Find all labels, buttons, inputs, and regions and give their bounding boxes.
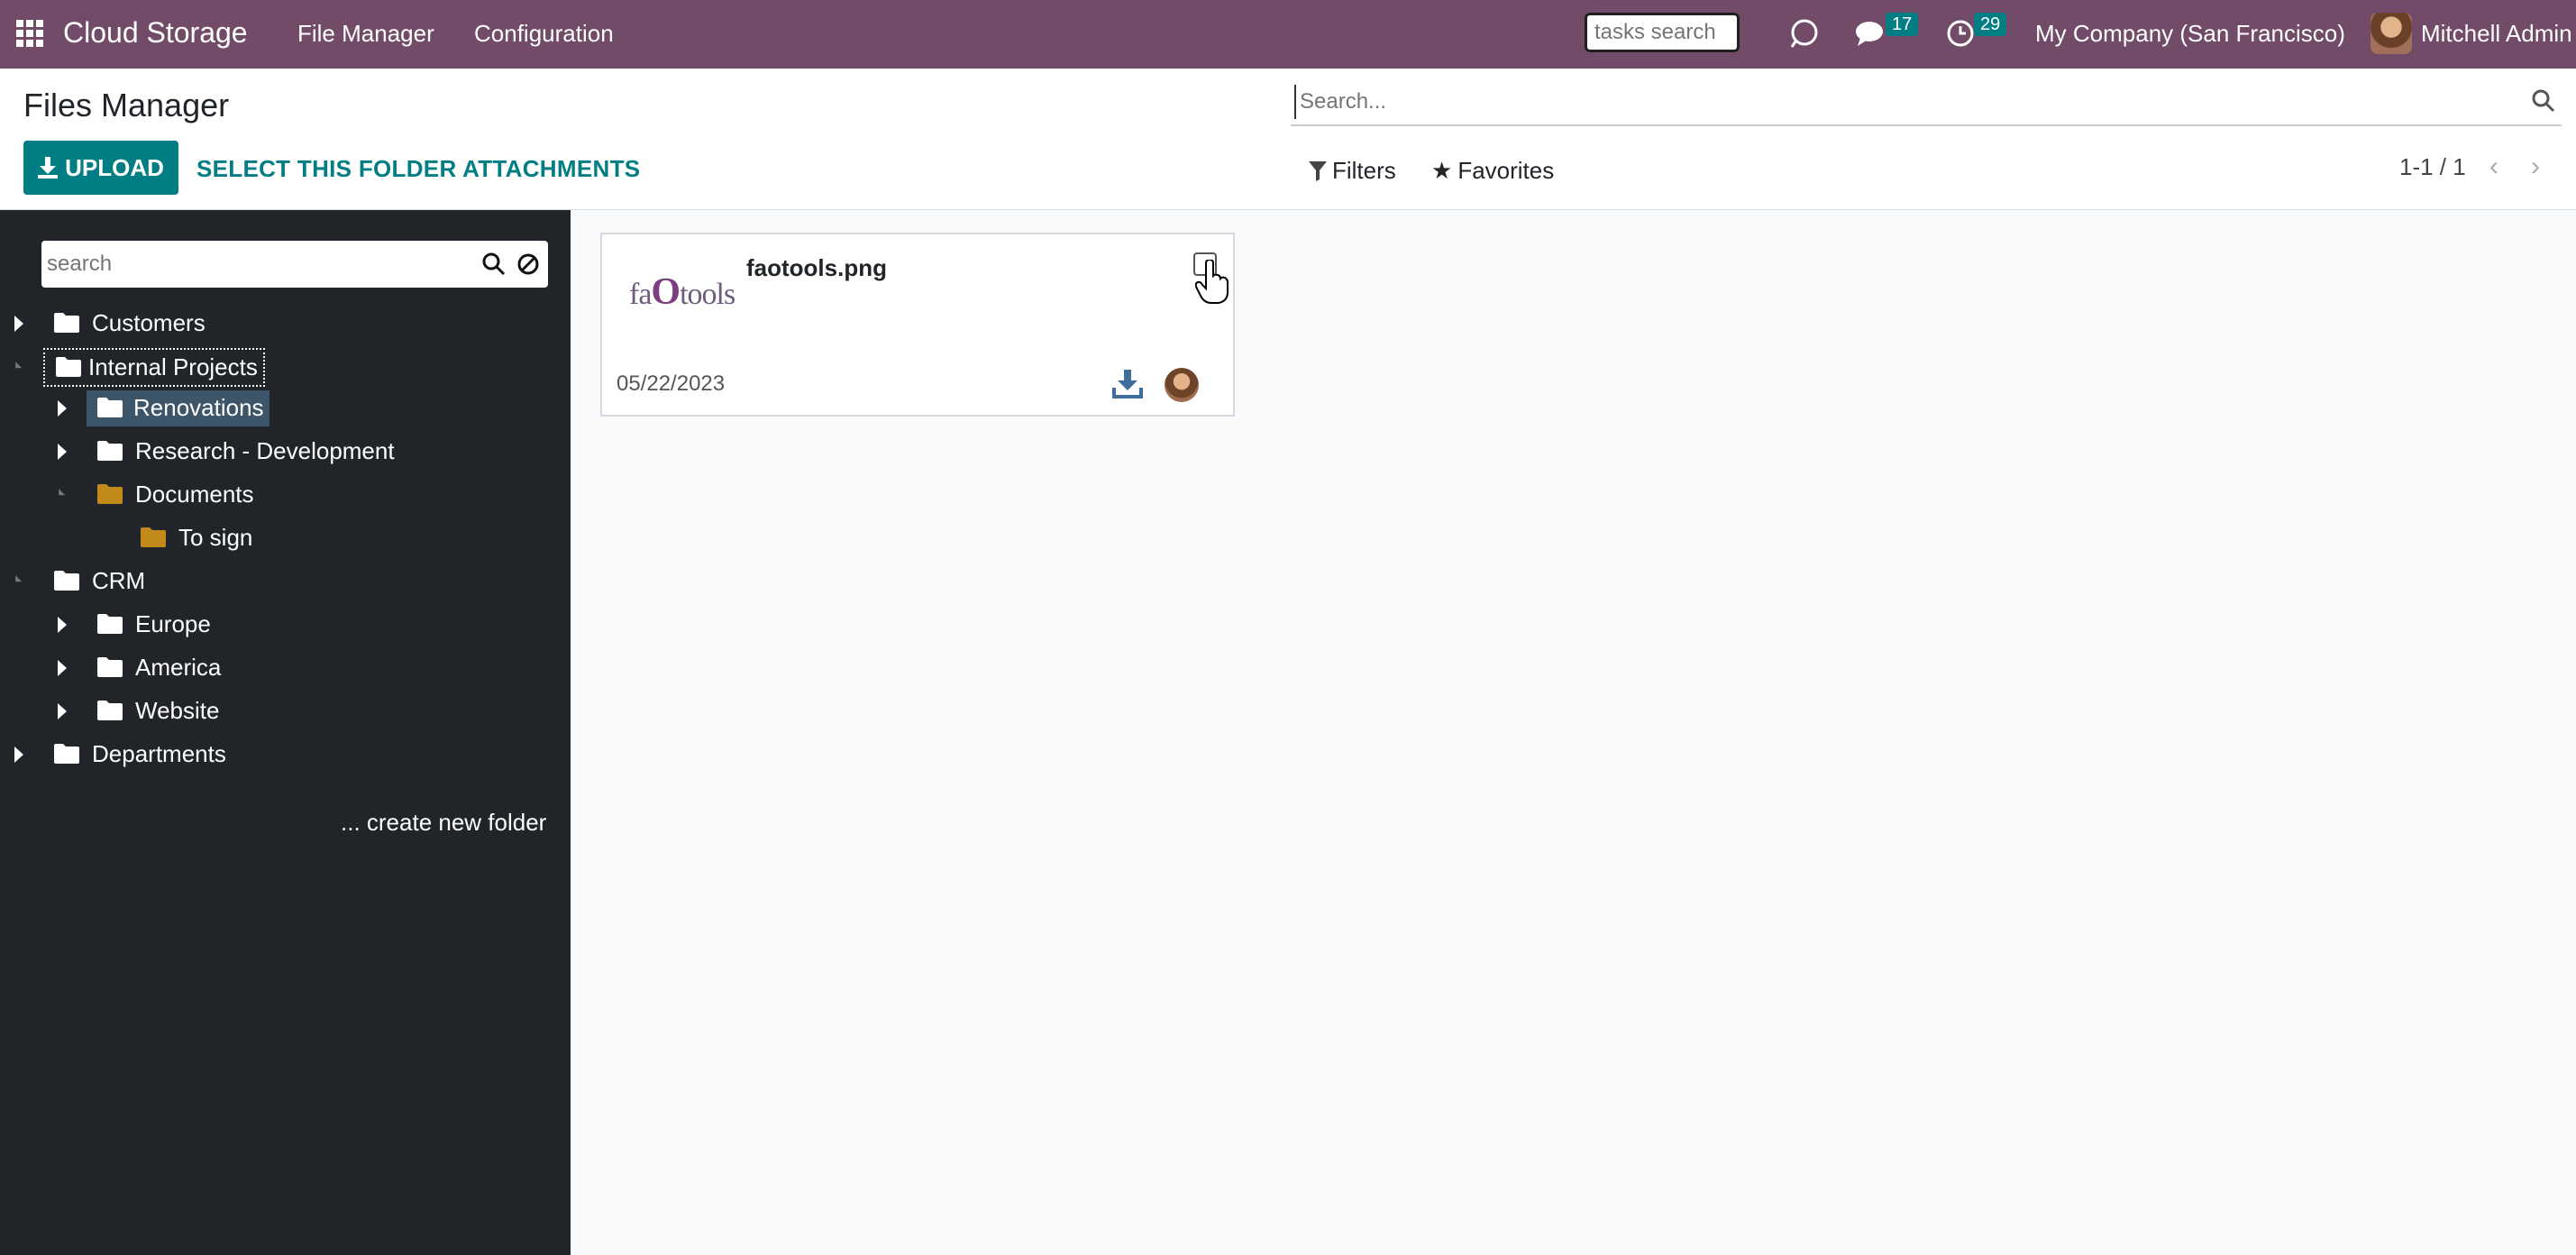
folder-icon bbox=[97, 484, 123, 504]
collapse-caret-icon[interactable] bbox=[55, 489, 66, 499]
filter-icon bbox=[1309, 160, 1327, 181]
clear-search-icon[interactable] bbox=[516, 252, 541, 277]
search-bar bbox=[1291, 79, 2562, 126]
apps-grid-icon[interactable] bbox=[16, 20, 43, 47]
expand-caret-icon[interactable] bbox=[58, 617, 67, 633]
create-new-folder-link[interactable]: ... create new folder bbox=[341, 809, 546, 837]
folder-icon bbox=[54, 313, 79, 333]
folder-label[interactable]: Europe bbox=[130, 607, 216, 642]
filters-button[interactable]: Filters bbox=[1309, 157, 1396, 185]
folder-item[interactable]: Research - Development bbox=[0, 434, 571, 470]
file-thumbnail[interactable]: faOtools bbox=[629, 270, 737, 334]
file-name[interactable]: faotools.png bbox=[746, 254, 887, 282]
star-icon: ★ bbox=[1431, 157, 1453, 184]
folder-item[interactable]: Renovations bbox=[0, 390, 571, 426]
company-switcher[interactable]: My Company (San Francisco) bbox=[2035, 20, 2345, 48]
search-input[interactable] bbox=[1294, 85, 2509, 119]
folder-item[interactable]: Customers bbox=[0, 306, 571, 342]
expand-caret-icon[interactable] bbox=[14, 316, 23, 332]
pager-next-icon[interactable]: › bbox=[2531, 151, 2540, 182]
menu-configuration[interactable]: Configuration bbox=[474, 20, 614, 48]
file-card[interactable]: faOtools faotools.png 05/22/2023 bbox=[600, 233, 1235, 417]
app-brand[interactable]: Cloud Storage bbox=[63, 16, 248, 50]
folder-icon bbox=[97, 657, 123, 677]
folder-label[interactable]: America bbox=[130, 650, 226, 685]
search-icon[interactable] bbox=[2531, 88, 2556, 114]
upload-label: UPLOAD bbox=[65, 153, 164, 181]
expand-caret-icon[interactable] bbox=[58, 400, 67, 417]
top-navbar: Cloud Storage File Manager Configuration… bbox=[0, 0, 2576, 69]
pager-value[interactable]: 1-1 / 1 bbox=[2399, 153, 2466, 181]
clock-icon[interactable] bbox=[1945, 18, 1976, 53]
owner-avatar[interactable] bbox=[1165, 368, 1199, 402]
bug-icon[interactable] bbox=[1788, 16, 1821, 53]
folder-icon bbox=[97, 398, 123, 417]
messages-count-badge: 17 bbox=[1886, 13, 1919, 36]
collapse-caret-icon[interactable] bbox=[12, 362, 23, 371]
chat-icon[interactable] bbox=[1855, 20, 1889, 53]
tasks-search-input[interactable] bbox=[1585, 13, 1740, 52]
expand-caret-icon[interactable] bbox=[14, 747, 23, 763]
folder-icon bbox=[54, 744, 79, 764]
search-icon[interactable] bbox=[481, 252, 507, 277]
folder-label[interactable]: Research - Development bbox=[130, 434, 400, 469]
folder-item[interactable]: CRM bbox=[0, 563, 571, 600]
activities-count-badge: 29 bbox=[1974, 13, 2007, 36]
upload-button[interactable]: UPLOAD bbox=[23, 141, 178, 195]
folder-item[interactable]: Documents bbox=[0, 477, 571, 513]
folder-item[interactable]: America bbox=[0, 650, 571, 686]
folder-label[interactable]: Departments bbox=[87, 737, 232, 772]
thumbnail-logo: faOtools bbox=[629, 271, 735, 313]
folder-item[interactable]: Internal Projects bbox=[0, 348, 571, 387]
folder-label[interactable]: Customers bbox=[87, 306, 211, 341]
file-date: 05/22/2023 bbox=[617, 371, 726, 396]
favorites-button[interactable]: ★ Favorites bbox=[1431, 157, 1554, 185]
folder-item[interactable]: To sign bbox=[0, 520, 571, 556]
select-folder-attachments-button[interactable]: SELECT THIS FOLDER ATTACHMENTS bbox=[196, 155, 640, 183]
favorites-label: Favorites bbox=[1457, 157, 1555, 184]
folder-item[interactable]: Website bbox=[0, 693, 571, 729]
expand-caret-icon[interactable] bbox=[58, 703, 67, 719]
folder-icon bbox=[97, 701, 123, 720]
download-icon bbox=[38, 157, 59, 179]
folder-label[interactable]: Website bbox=[130, 693, 224, 728]
expand-caret-icon[interactable] bbox=[58, 444, 67, 460]
folder-search-box bbox=[41, 241, 548, 288]
folder-label[interactable]: Documents bbox=[130, 477, 260, 512]
folder-icon bbox=[97, 441, 123, 461]
folder-label[interactable]: Internal Projects bbox=[43, 348, 265, 387]
menu-file-manager[interactable]: File Manager bbox=[297, 20, 434, 48]
folder-search-input[interactable] bbox=[45, 248, 472, 280]
folder-sidebar: Customers Internal Projects Renovations … bbox=[0, 210, 571, 1255]
folder-item[interactable]: Europe bbox=[0, 607, 571, 643]
hand-cursor-icon bbox=[1195, 260, 1229, 304]
control-panel: Files Manager UPLOAD SELECT THIS FOLDER … bbox=[0, 69, 2576, 210]
folder-icon bbox=[141, 527, 166, 547]
folder-label[interactable]: CRM bbox=[87, 563, 151, 599]
expand-caret-icon[interactable] bbox=[58, 660, 67, 676]
download-icon[interactable] bbox=[1112, 368, 1143, 398]
pager-previous-icon[interactable]: ‹ bbox=[2489, 151, 2498, 182]
folder-icon bbox=[54, 571, 79, 591]
folder-icon bbox=[97, 614, 123, 634]
user-menu[interactable]: Mitchell Admin bbox=[2421, 20, 2572, 48]
folder-label[interactable]: To sign bbox=[173, 520, 258, 555]
collapse-caret-icon[interactable] bbox=[12, 575, 23, 585]
filters-label: Filters bbox=[1332, 157, 1396, 184]
page-title: Files Manager bbox=[23, 87, 230, 124]
user-avatar[interactable] bbox=[2370, 13, 2412, 54]
folder-item[interactable]: Departments bbox=[0, 737, 571, 773]
